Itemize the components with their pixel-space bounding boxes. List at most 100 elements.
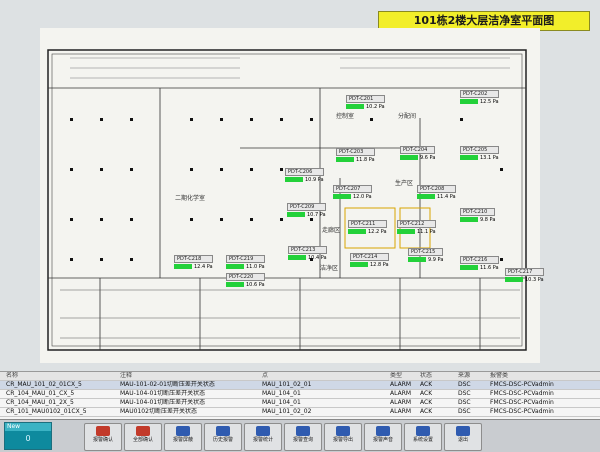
pressure-sensor[interactable]: PDT-C201 10.2 Pa	[346, 95, 385, 110]
new-alarm-counter: New 0	[4, 422, 52, 450]
counter-title: New	[5, 423, 51, 431]
value-bar	[350, 262, 368, 267]
table-row[interactable]: CR_104_MAU_01_2X_5 MAU-104-01切断压差开关状态 MA…	[0, 399, 600, 408]
alarm-name: CR_MAU_101_02_01CX_5	[6, 381, 82, 388]
system-settings-button[interactable]: 系统设置	[404, 423, 442, 451]
pressure-sensor[interactable]: PDT-C208 11.4 Pa	[417, 185, 456, 200]
alarm-query-button[interactable]: 报警查询	[284, 423, 322, 451]
value-bar	[397, 229, 415, 234]
alarm-point: MAU_104_01	[262, 399, 301, 406]
pressure-sensor[interactable]: PDT-C204 9.6 Pa	[400, 146, 436, 161]
room-label: 走廊区	[322, 227, 341, 234]
alarm-bell-icon	[136, 426, 150, 436]
sensor-id: PDT-C217	[505, 268, 544, 276]
value-bar	[400, 155, 418, 160]
alarm-history-button[interactable]: 历史报警	[204, 423, 242, 451]
alarm-bell-icon	[96, 426, 110, 436]
value-bar	[460, 217, 478, 222]
room-label: 控制室	[336, 113, 355, 120]
counter-value: 0	[25, 434, 31, 443]
export-icon	[336, 426, 350, 436]
table-row[interactable]: CR_MAU_101_02_01CX_5 MAU-101-02-01切断压差开关…	[0, 381, 600, 390]
button-label: 报警导出	[332, 437, 353, 443]
pressure-sensor[interactable]: PDT-C220 10.6 Pa	[226, 273, 265, 288]
pressure-sensor[interactable]: PDT-C205 13.1 Pa	[460, 146, 499, 161]
pressure-sensor[interactable]: PDT-C212 11.1 Pa	[397, 220, 436, 235]
pressure-sensor[interactable]: PDT-C207 12.0 Pa	[333, 185, 372, 200]
acknowledge-alarm-button[interactable]: 报警确认	[84, 423, 122, 451]
sensor-id: PDT-C218	[174, 255, 213, 263]
button-label: 报警屏蔽	[172, 437, 193, 443]
exit-button[interactable]: 退出	[444, 423, 482, 451]
sensor-value: 10.7 Pa	[287, 212, 326, 218]
alarm-sound-button[interactable]: 报警声音	[364, 423, 402, 451]
alarm-comment: MAU-101-02-01切断压差开关状态	[120, 381, 215, 388]
pressure-sensor[interactable]: PDT-C215 9.9 Pa	[408, 248, 444, 263]
pressure-sensor[interactable]: PDT-C214 12.8 Pa	[350, 253, 389, 268]
alarm-shield-button[interactable]: 报警屏蔽	[164, 423, 202, 451]
table-row[interactable]: CR_101_MAU0102_01CX_5 MAU0102切断压差开关状态 MA…	[0, 408, 600, 417]
pressure-sensor[interactable]: PDT-C211 12.2 Pa	[348, 220, 387, 235]
pressure-sensor[interactable]: PDT-C203 11.8 Pa	[336, 148, 375, 163]
sensor-value: 9.6 Pa	[400, 155, 435, 161]
pressure-sensor[interactable]: PDT-C216 11.6 Pa	[460, 256, 499, 271]
shield-icon	[176, 426, 190, 436]
sensor-id: PDT-C211	[348, 220, 387, 228]
sensor-id: PDT-C209	[287, 203, 326, 211]
pressure-sensor[interactable]: PDT-C202 12.5 Pa	[460, 90, 499, 105]
button-label: 报警确认	[92, 437, 113, 443]
column-header: 类型	[390, 372, 403, 379]
sensor-value: 12.4 Pa	[174, 264, 213, 270]
pressure-sensor[interactable]: PDT-C217 10.3 Pa	[505, 268, 544, 283]
sensor-id: PDT-C206	[285, 168, 324, 176]
alarm-class: FMCS-DSC-PCVadmin	[490, 408, 554, 415]
button-label: 系统设置	[412, 437, 433, 443]
acknowledge-all-button[interactable]: 全部确认	[124, 423, 162, 451]
alarm-comment: MAU0102切断压差开关状态	[120, 408, 197, 415]
sensor-id: PDT-C212	[397, 220, 436, 228]
room-label: 分配间	[398, 113, 417, 120]
alarm-class: FMCS-DSC-PCVadmin	[490, 399, 554, 406]
alarm-name: CR_104_MAU_01_CX_5	[6, 390, 75, 397]
alarm-point: MAU_101_02_02	[262, 408, 312, 415]
pressure-sensor[interactable]: PDT-C209 10.7 Pa	[287, 203, 326, 218]
alarm-statistics-button[interactable]: 报警统计	[244, 423, 282, 451]
value-bar	[460, 99, 478, 104]
pressure-sensor[interactable]: PDT-C206 10.9 Pa	[285, 168, 324, 183]
pressure-sensor[interactable]: PDT-C219 11.0 Pa	[226, 255, 265, 270]
room-label: 二期化学室	[175, 195, 206, 202]
column-header: 来源	[458, 372, 471, 379]
column-header: 点	[262, 372, 269, 379]
floor-plan-drawing	[47, 49, 527, 351]
alarm-table: 名称 注释 点 类型 状态 来源 报警类 CR_MAU_101_02_01CX_…	[0, 371, 600, 420]
exit-icon	[456, 426, 470, 436]
pressure-sensor[interactable]: PDT-C218 12.4 Pa	[174, 255, 213, 270]
value-bar	[226, 264, 244, 269]
alarm-type: ALARM	[390, 399, 412, 406]
sensor-value: 11.4 Pa	[417, 194, 456, 200]
pressure-sensor[interactable]: PDT-C210 9.8 Pa	[460, 208, 496, 223]
value-bar	[288, 255, 306, 260]
button-label: 报警查询	[292, 437, 313, 443]
value-bar	[285, 177, 303, 182]
pressure-sensor[interactable]: PDT-C213 10.4 Pa	[288, 246, 327, 261]
sensor-value: 9.9 Pa	[408, 257, 443, 263]
sensor-id: PDT-C216	[460, 256, 499, 264]
table-row[interactable]: CR_104_MAU_01_CX_5 MAU-104-01切断压差开关状态 MA…	[0, 390, 600, 399]
sensor-value: 11.6 Pa	[460, 265, 499, 271]
sensor-id: PDT-C219	[226, 255, 265, 263]
alarm-source: DSC	[458, 381, 471, 388]
alarm-class: FMCS-DSC-PCVadmin	[490, 390, 554, 397]
room-label: 洁净区	[320, 265, 339, 272]
alarm-source: DSC	[458, 408, 471, 415]
sensor-id: PDT-C202	[460, 90, 499, 98]
room-label: 生产区	[395, 180, 414, 187]
alarm-export-button[interactable]: 报警导出	[324, 423, 362, 451]
sensor-value: 12.8 Pa	[350, 262, 389, 268]
column-header: 注释	[120, 372, 133, 379]
alarm-class: FMCS-DSC-PCVadmin	[490, 381, 554, 388]
alarm-status: ACK	[420, 390, 433, 397]
floor-plan: 二期化学室 控制室 分配间 生产区 走廊区 洁净区 PDT-C201 10.2 …	[40, 28, 544, 363]
value-bar	[333, 194, 351, 199]
value-bar	[174, 264, 192, 269]
